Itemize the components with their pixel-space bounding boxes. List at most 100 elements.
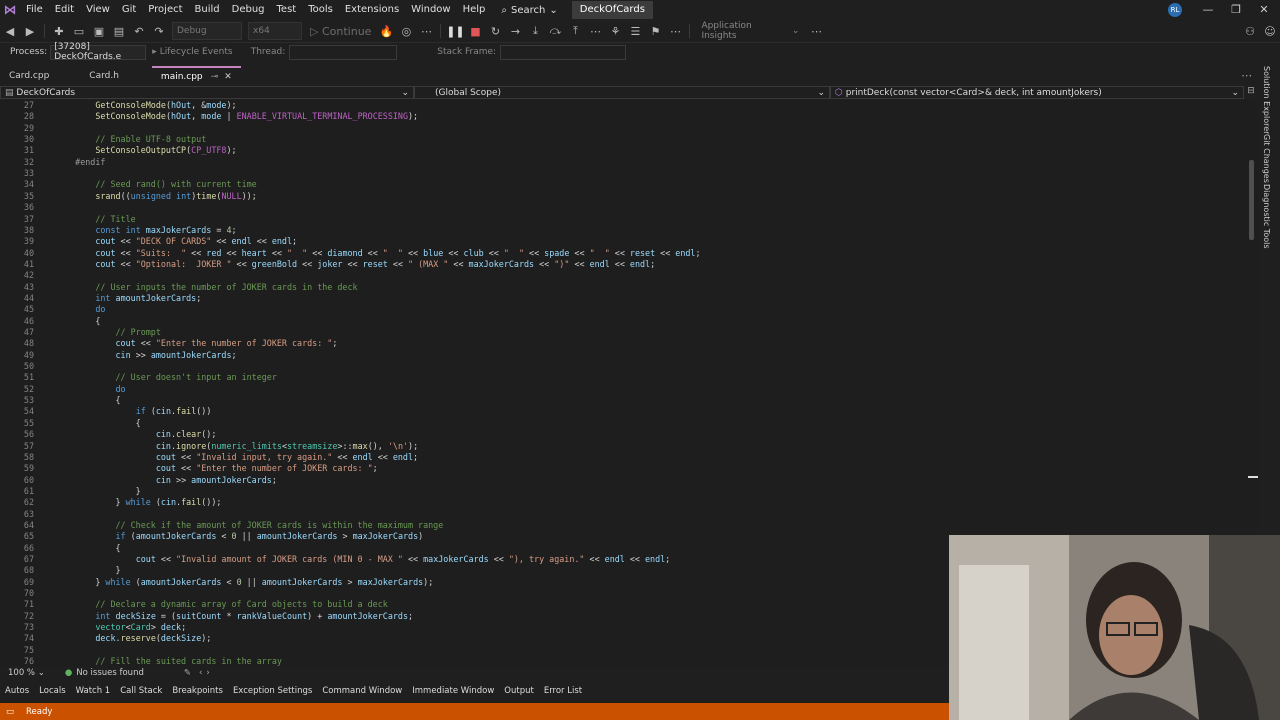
code-text: cout << "Enter the number of JOKER cards… (115, 338, 338, 349)
lifecycle-events-dropdown[interactable]: Lifecycle Events (157, 46, 243, 59)
tab-card-h[interactable]: Card.h (80, 66, 128, 85)
scope-name: (Global Scope) (435, 87, 502, 98)
brush-icon[interactable]: ✎ (184, 668, 191, 678)
tool-tab-watch-1[interactable]: Watch 1 (71, 686, 116, 696)
menu-item-edit[interactable]: Edit (49, 0, 80, 20)
menu-item-help[interactable]: Help (457, 0, 492, 20)
menu-item-view[interactable]: View (80, 0, 116, 20)
line-number: 58 (23, 451, 34, 462)
split-icon[interactable]: ⊟ (1244, 86, 1258, 99)
open-folder-icon[interactable]: ▭ (70, 22, 88, 40)
pause-icon[interactable]: ❚❚ (446, 22, 464, 40)
browse-icon[interactable]: ◎ (397, 22, 415, 40)
solution-explorer-tab[interactable]: Solution Explorer (1262, 66, 1271, 134)
issues-status[interactable]: No issues found (76, 668, 144, 678)
minimize-icon[interactable]: — (1194, 0, 1222, 20)
forward-icon[interactable]: ▶ (21, 22, 39, 40)
tab-overflow-icon[interactable]: ⋯ (1241, 69, 1252, 82)
member-name: printDeck(const vector<Card>& deck, int … (845, 87, 1102, 98)
visual-studio-logo-icon[interactable]: ⋈ (0, 0, 20, 20)
menu-item-extensions[interactable]: Extensions (339, 0, 405, 20)
redo-icon[interactable]: ↷ (150, 22, 168, 40)
bookmark-icon[interactable]: ⚑ (646, 22, 664, 40)
line-number: 45 (23, 304, 34, 315)
restore-icon[interactable]: ❐ (1222, 0, 1250, 20)
webcam-image (949, 535, 1280, 720)
undo-icon[interactable]: ↶ (130, 22, 148, 40)
line-number: 47 (23, 327, 34, 337)
stop-icon[interactable]: ■ (466, 22, 484, 40)
toolbar-more-icon[interactable]: ⋯ (807, 22, 825, 40)
menu-item-debug[interactable]: Debug (226, 0, 271, 20)
step-over-icon[interactable]: ⤼ (546, 22, 564, 40)
tool-tab-exception-settings[interactable]: Exception Settings (228, 686, 317, 696)
save-icon[interactable]: ▣ (90, 22, 108, 40)
code-text: { (55, 395, 121, 406)
code-text: cout << "Optional: JOKER " << greenBold … (95, 258, 656, 269)
back-icon[interactable]: ◀ (1, 22, 19, 40)
pin-icon[interactable]: ⊸ (211, 72, 219, 82)
live-share-icon[interactable]: ⚇ (1241, 22, 1259, 40)
tool-tab-autos[interactable]: Autos (0, 686, 34, 696)
tool-tab-output[interactable]: Output (499, 686, 539, 696)
arrow-left-icon[interactable]: ‹ (199, 668, 202, 678)
search-button[interactable]: ⌕ Search ⌄ (495, 5, 563, 16)
member-dropdown[interactable]: ⬡ printDeck(const vector<Card>& deck, in… (830, 86, 1244, 99)
diagnostics-icon[interactable]: ⚘ (606, 22, 624, 40)
code-text: // User inputs the number of JOKER cards… (95, 281, 358, 292)
configuration-dropdown[interactable]: Debug (172, 22, 242, 40)
tool-tab-immediate-window[interactable]: Immediate Window (407, 686, 499, 696)
menu-item-test[interactable]: Test (271, 0, 303, 20)
line-number: 60 (23, 474, 34, 485)
tool-tab-command-window[interactable]: Command Window (317, 686, 407, 696)
tool-tab-error-list[interactable]: Error List (539, 686, 587, 696)
code-text: SetConsoleOutputCP(CP_UTF8); (95, 145, 237, 156)
new-item-icon[interactable]: ✚ (50, 22, 68, 40)
diagnostic-tools-tab[interactable]: Diagnostic Tools (1262, 184, 1271, 249)
step-out-icon[interactable]: ⤒ (566, 22, 584, 40)
platform-dropdown[interactable]: x64 (248, 22, 302, 40)
scope-dropdown[interactable]: (Global Scope) ⌄ (414, 86, 830, 99)
menu-item-window[interactable]: Window (405, 0, 456, 20)
line-number: 41 (23, 258, 34, 269)
toolbar-more-icon[interactable]: ⋯ (666, 22, 684, 40)
feedback-icon[interactable]: ☺ (1261, 22, 1279, 40)
scrollbar-thumb[interactable] (1249, 160, 1254, 240)
menu-item-tools[interactable]: Tools (302, 0, 339, 20)
navigation-bar: ▤ DeckOfCards ⌄ (Global Scope) ⌄ ⬡ print… (0, 86, 1258, 99)
line-number: 28 (23, 111, 34, 122)
git-changes-tab[interactable]: Git Changes (1262, 134, 1271, 183)
arrow-right-icon[interactable]: › (206, 668, 209, 678)
stack-frame-dropdown[interactable] (500, 44, 627, 60)
save-all-icon[interactable]: ▤ (110, 22, 128, 40)
menu-item-project[interactable]: Project (142, 0, 188, 20)
toolbar-more-icon[interactable]: ⋯ (586, 22, 604, 40)
tab-main-cpp[interactable]: main.cpp ⊸ ✕ (151, 66, 241, 85)
menu-item-build[interactable]: Build (189, 0, 226, 20)
menu-item-file[interactable]: File (20, 0, 49, 20)
close-icon[interactable]: ✕ (224, 72, 232, 82)
hot-reload-icon[interactable]: 🔥 (377, 22, 395, 40)
tool-tab-call-stack[interactable]: Call Stack (115, 686, 167, 696)
code-text: const int maxJokerCards = 4; (95, 224, 237, 235)
avatar[interactable]: RL (1168, 3, 1182, 17)
tab-card-cpp[interactable]: Card.cpp (0, 66, 58, 85)
restart-icon[interactable]: ↻ (486, 22, 504, 40)
step-into-icon[interactable]: ⤓ (526, 22, 544, 40)
show-next-statement-icon[interactable]: → (506, 22, 524, 40)
project-dropdown[interactable]: ▤ DeckOfCards ⌄ (0, 86, 414, 99)
process-dropdown[interactable]: [37208] DeckOfCards.e (50, 42, 147, 62)
code-text: { (55, 315, 101, 326)
menu-item-git[interactable]: Git (116, 0, 142, 20)
code-text: { (55, 417, 141, 428)
thread-dropdown[interactable] (289, 44, 398, 60)
tool-tab-breakpoints[interactable]: Breakpoints (167, 686, 228, 696)
close-window-icon[interactable]: ✕ (1250, 0, 1278, 20)
tool-tab-locals[interactable]: Locals (34, 686, 70, 696)
comment-icon[interactable]: ☰ (626, 22, 644, 40)
code-text: cout << "Suits: " << red << heart << " "… (95, 247, 701, 258)
application-insights-dropdown[interactable]: Application Insights ⌄ (697, 21, 803, 41)
continue-button[interactable]: ▷ Continue (306, 22, 375, 40)
toolbar-more-icon[interactable]: ⋯ (417, 22, 435, 40)
zoom-dropdown[interactable]: 100 % ⌄ (8, 668, 45, 678)
